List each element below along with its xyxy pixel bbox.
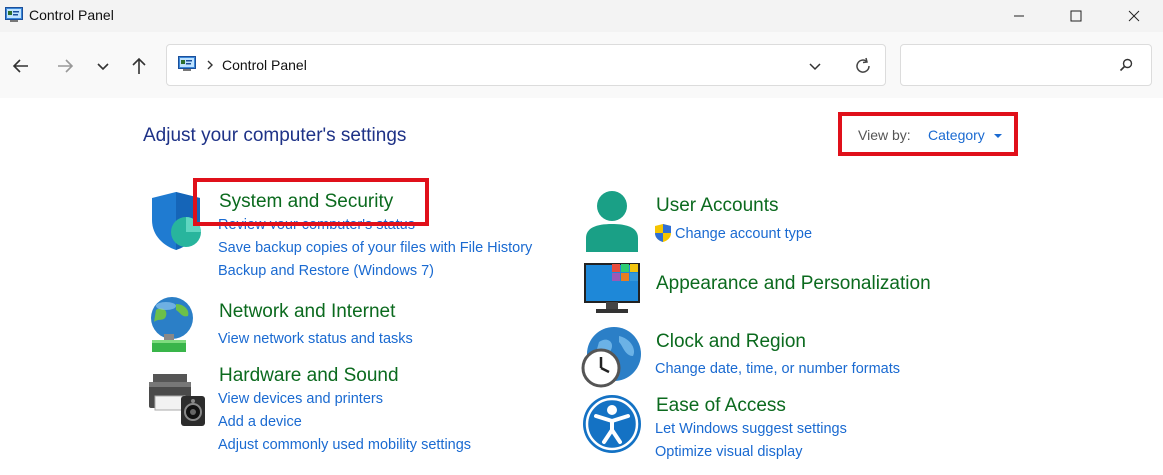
category-hardware-and-sound[interactable]: Hardware and Sound — [219, 365, 399, 387]
uac-shield-icon — [654, 224, 672, 247]
link-add-device[interactable]: Add a device — [218, 414, 302, 430]
close-icon — [1128, 10, 1140, 22]
title-bar: Control Panel — [0, 0, 1163, 32]
link-optimize-visual-display[interactable]: Optimize visual display — [655, 444, 802, 460]
page-heading: Adjust your computer's settings — [143, 125, 407, 146]
accessibility-icon[interactable] — [582, 394, 642, 459]
link-change-account-type[interactable]: Change account type — [675, 226, 812, 242]
forward-button[interactable] — [53, 54, 77, 78]
navigation-toolbar: Control Panel — [0, 32, 1163, 98]
chevron-down-icon — [809, 63, 821, 71]
caret-down-icon[interactable] — [994, 134, 1002, 138]
control-panel-icon — [177, 56, 197, 77]
user-icon[interactable] — [584, 190, 640, 257]
up-button[interactable] — [127, 54, 151, 78]
category-ease-of-access[interactable]: Ease of Access — [656, 395, 786, 417]
category-network-and-internet[interactable]: Network and Internet — [219, 301, 395, 323]
back-button[interactable] — [9, 54, 33, 78]
clock-globe-icon[interactable] — [581, 326, 643, 393]
arrow-left-icon — [12, 59, 28, 73]
minimize-button[interactable] — [993, 0, 1045, 32]
link-mobility-settings[interactable]: Adjust commonly used mobility settings — [218, 437, 471, 453]
search-box[interactable] — [900, 44, 1152, 86]
highlight-box — [193, 178, 429, 226]
monitor-icon[interactable] — [584, 262, 642, 319]
window-title: Control Panel — [29, 7, 114, 23]
view-by-control: View by: Category — [838, 112, 1018, 156]
close-button[interactable] — [1108, 0, 1160, 32]
category-appearance-and-personalization[interactable]: Appearance and Personalization — [656, 273, 931, 295]
maximize-button[interactable] — [1050, 0, 1102, 32]
category-clock-and-region[interactable]: Clock and Region — [656, 331, 806, 353]
link-date-time-formats[interactable]: Change date, time, or number formats — [655, 361, 900, 377]
search-input[interactable] — [909, 55, 1109, 75]
maximize-icon — [1070, 10, 1082, 22]
recent-locations-button[interactable] — [91, 54, 115, 78]
link-file-history[interactable]: Save backup copies of your files with Fi… — [218, 240, 532, 256]
link-devices-printers[interactable]: View devices and printers — [218, 391, 383, 407]
view-by-label: View by: — [858, 127, 911, 143]
arrow-right-icon — [58, 59, 74, 73]
address-dropdown-button[interactable] — [807, 58, 823, 79]
view-by-dropdown[interactable]: Category — [928, 127, 985, 143]
arrow-up-icon — [132, 57, 146, 74]
link-windows-suggest-settings[interactable]: Let Windows suggest settings — [655, 421, 847, 437]
network-globe-icon[interactable] — [146, 296, 202, 359]
link-network-status[interactable]: View network status and tasks — [218, 331, 413, 347]
breadcrumb-separator-icon — [205, 57, 215, 78]
printer-speaker-icon[interactable] — [147, 374, 205, 431]
link-backup-restore[interactable]: Backup and Restore (Windows 7) — [218, 263, 434, 279]
breadcrumb-control-panel[interactable]: Control Panel — [222, 57, 307, 73]
search-icon[interactable] — [1119, 58, 1133, 77]
refresh-icon — [856, 57, 870, 73]
minimize-icon — [1014, 15, 1024, 17]
address-bar[interactable]: Control Panel — [166, 44, 886, 86]
refresh-button[interactable] — [853, 56, 873, 81]
chevron-down-icon — [97, 63, 109, 71]
control-panel-icon — [5, 7, 23, 28]
category-user-accounts[interactable]: User Accounts — [656, 195, 779, 217]
